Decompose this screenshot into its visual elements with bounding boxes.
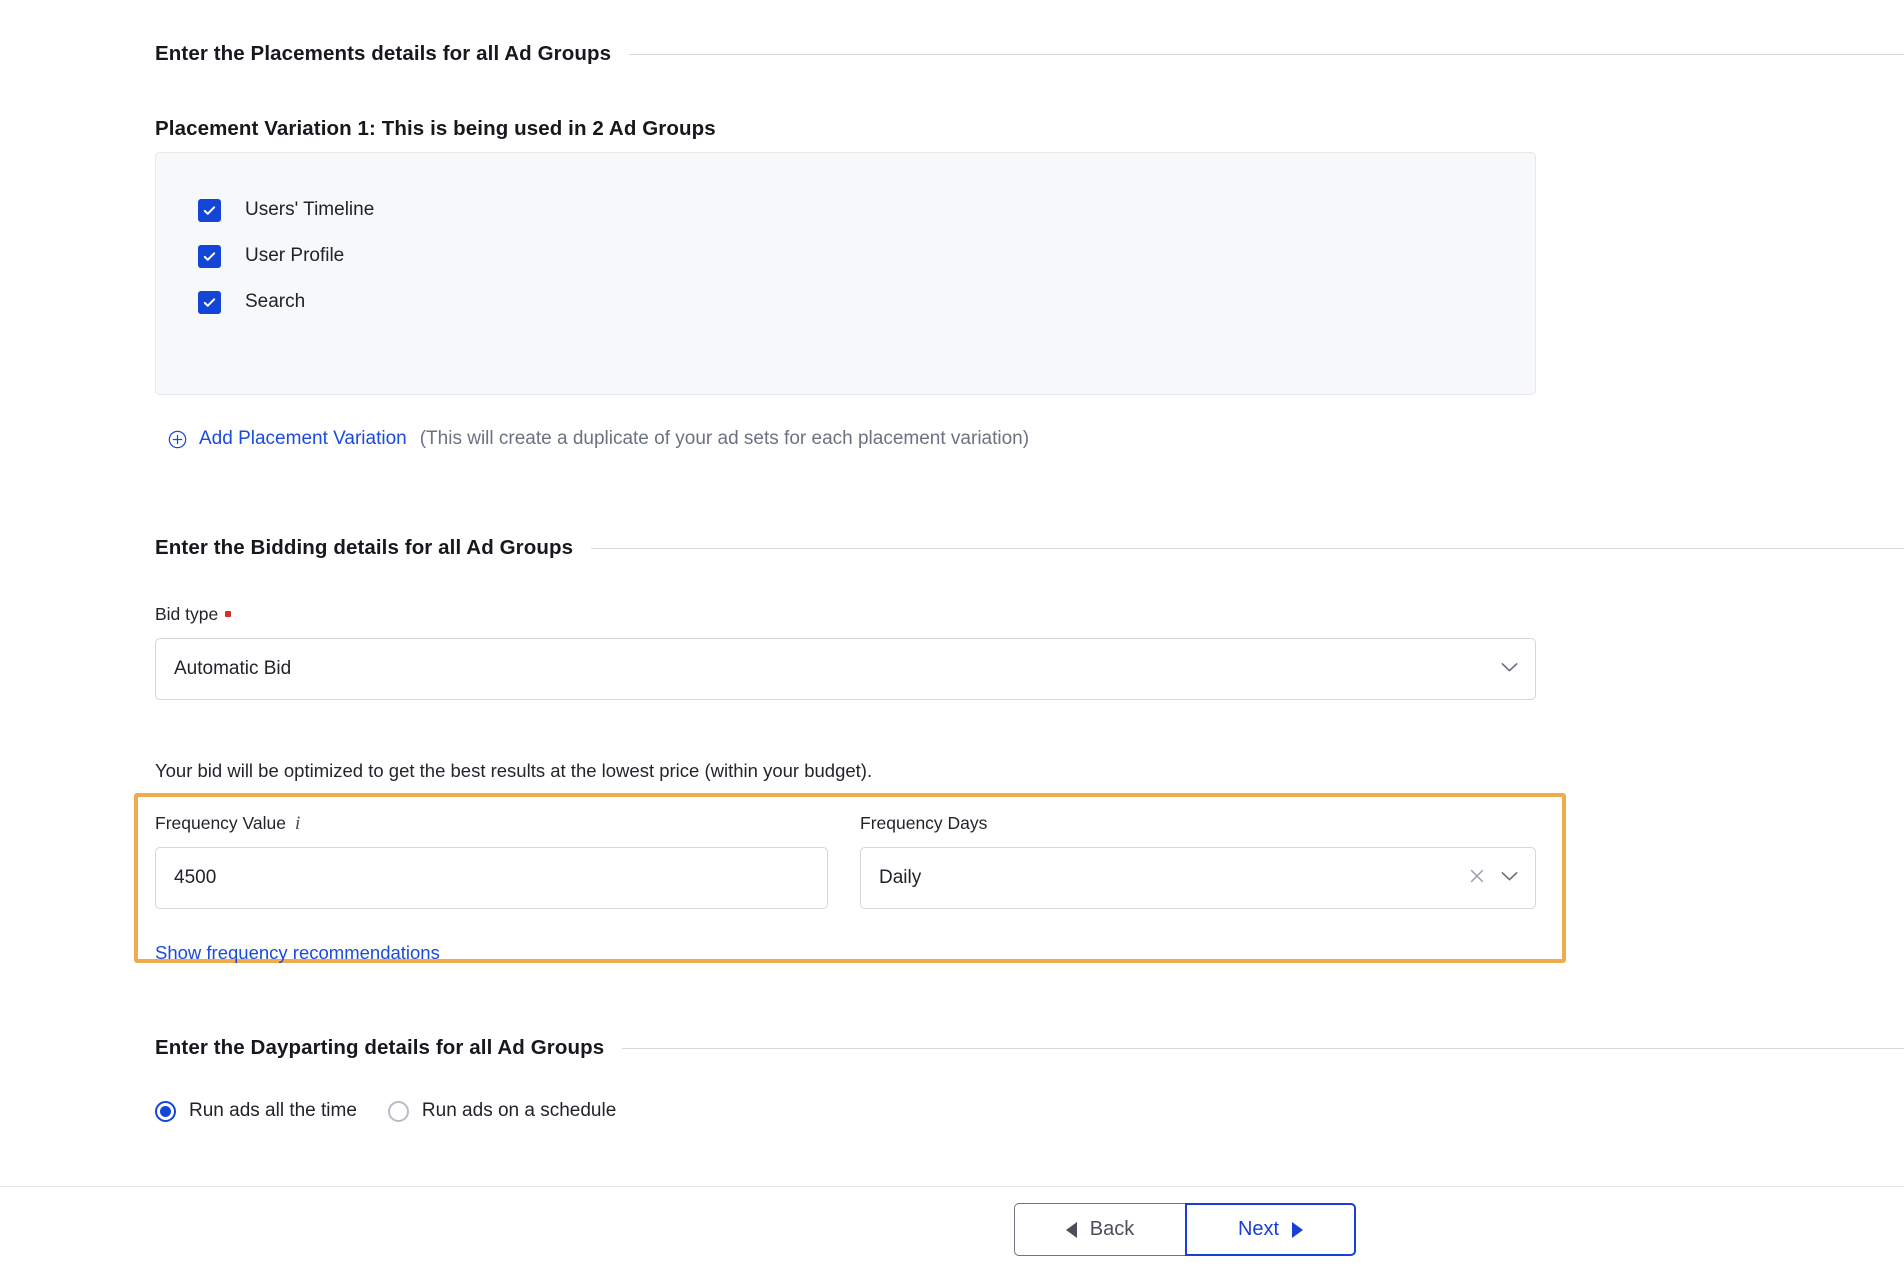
frequency-days-label: Frequency Days bbox=[860, 813, 988, 833]
placement-option-user-profile[interactable]: User Profile bbox=[198, 233, 1535, 279]
show-frequency-recommendations-link[interactable]: Show frequency recommendations bbox=[155, 942, 440, 964]
ad-group-settings-page: Enter the Placements details for all Ad … bbox=[0, 0, 1904, 1280]
radio-run-ads-all-the-time[interactable]: Run ads all the time bbox=[155, 1100, 357, 1122]
dayparting-section-title: Enter the Dayparting details for all Ad … bbox=[155, 1036, 605, 1059]
placement-checkbox-list: Users' Timeline User Profile Search bbox=[156, 153, 1535, 325]
radio-selected-icon[interactable] bbox=[155, 1100, 176, 1122]
frequency-value-input[interactable]: 4500 bbox=[155, 847, 828, 909]
radio-unselected-icon[interactable] bbox=[387, 1100, 409, 1122]
page-title: Enter the Placements details for all Ad … bbox=[155, 42, 612, 65]
placement-option-users-timeline[interactable]: Users' Timeline bbox=[198, 187, 1535, 233]
placement-variation-panel: Users' Timeline User Profile Search bbox=[155, 152, 1536, 395]
plus-circle-icon[interactable] bbox=[168, 430, 187, 449]
section-divider bbox=[622, 1047, 1904, 1049]
bid-type-label: Bid type bbox=[155, 604, 232, 625]
triangle-left-icon bbox=[1065, 1221, 1077, 1238]
frequency-value-label-text: Frequency Value bbox=[155, 813, 287, 833]
add-placement-variation-link[interactable]: Add Placement Variation bbox=[199, 428, 407, 450]
chevron-down-icon[interactable] bbox=[1501, 869, 1518, 887]
bid-type-adornments bbox=[1501, 660, 1535, 678]
radio-label: Run ads on a schedule bbox=[421, 1100, 617, 1121]
next-button[interactable]: Next bbox=[1185, 1203, 1356, 1256]
bid-type-select[interactable]: Automatic Bid bbox=[155, 638, 1536, 700]
add-placement-variation-note: (This will create a duplicate of your ad… bbox=[419, 428, 1030, 449]
required-indicator bbox=[225, 611, 232, 617]
radio-run-ads-on-a-schedule[interactable]: Run ads on a schedule bbox=[387, 1100, 617, 1122]
placement-option-label: User Profile bbox=[245, 245, 345, 266]
bidding-section-title: Enter the Bidding details for all Ad Gro… bbox=[155, 536, 574, 559]
bidding-section-header: Enter the Bidding details for all Ad Gro… bbox=[155, 536, 1904, 560]
checkbox-checked-icon[interactable] bbox=[198, 290, 221, 314]
footer-divider bbox=[0, 1186, 1904, 1187]
close-icon[interactable] bbox=[1469, 868, 1485, 889]
footer-actions: Back Next bbox=[1014, 1203, 1356, 1256]
info-icon[interactable]: i bbox=[295, 813, 300, 834]
triangle-right-icon bbox=[1292, 1221, 1304, 1238]
checkbox-checked-icon[interactable] bbox=[198, 244, 221, 268]
placement-option-search[interactable]: Search bbox=[198, 279, 1535, 325]
checkbox-checked-icon[interactable] bbox=[198, 198, 221, 222]
placement-option-label: Search bbox=[245, 291, 306, 312]
back-button-label: Back bbox=[1089, 1218, 1135, 1240]
dayparting-radio-group: Run ads all the time Run ads on a schedu… bbox=[155, 1100, 616, 1122]
back-button[interactable]: Back bbox=[1014, 1203, 1185, 1256]
frequency-days-adornments bbox=[1469, 868, 1535, 889]
frequency-days-selected-value: Daily bbox=[879, 867, 922, 888]
bid-type-label-text: Bid type bbox=[155, 604, 219, 624]
frequency-value-text[interactable]: 4500 bbox=[156, 867, 827, 889]
radio-dot bbox=[160, 1105, 171, 1117]
placements-section-header: Enter the Placements details for all Ad … bbox=[155, 42, 1904, 66]
add-placement-variation-row: Add Placement Variation (This will creat… bbox=[168, 428, 1029, 450]
dayparting-section-header: Enter the Dayparting details for all Ad … bbox=[155, 1036, 1904, 1060]
frequency-value-label: Frequency Value i bbox=[155, 813, 300, 835]
radio-label: Run ads all the time bbox=[189, 1100, 357, 1121]
section-divider bbox=[629, 53, 1904, 55]
placement-option-label: Users' Timeline bbox=[245, 199, 375, 220]
frequency-days-select[interactable]: Daily bbox=[860, 847, 1536, 909]
bid-type-selected-value: Automatic Bid bbox=[174, 658, 292, 679]
chevron-down-icon[interactable] bbox=[1501, 660, 1518, 678]
bid-helper-text: Your bid will be optimized to get the be… bbox=[155, 760, 873, 781]
section-divider bbox=[591, 547, 1904, 549]
next-button-label: Next bbox=[1237, 1218, 1280, 1240]
placement-variation-heading: Placement Variation 1: This is being use… bbox=[155, 117, 716, 140]
